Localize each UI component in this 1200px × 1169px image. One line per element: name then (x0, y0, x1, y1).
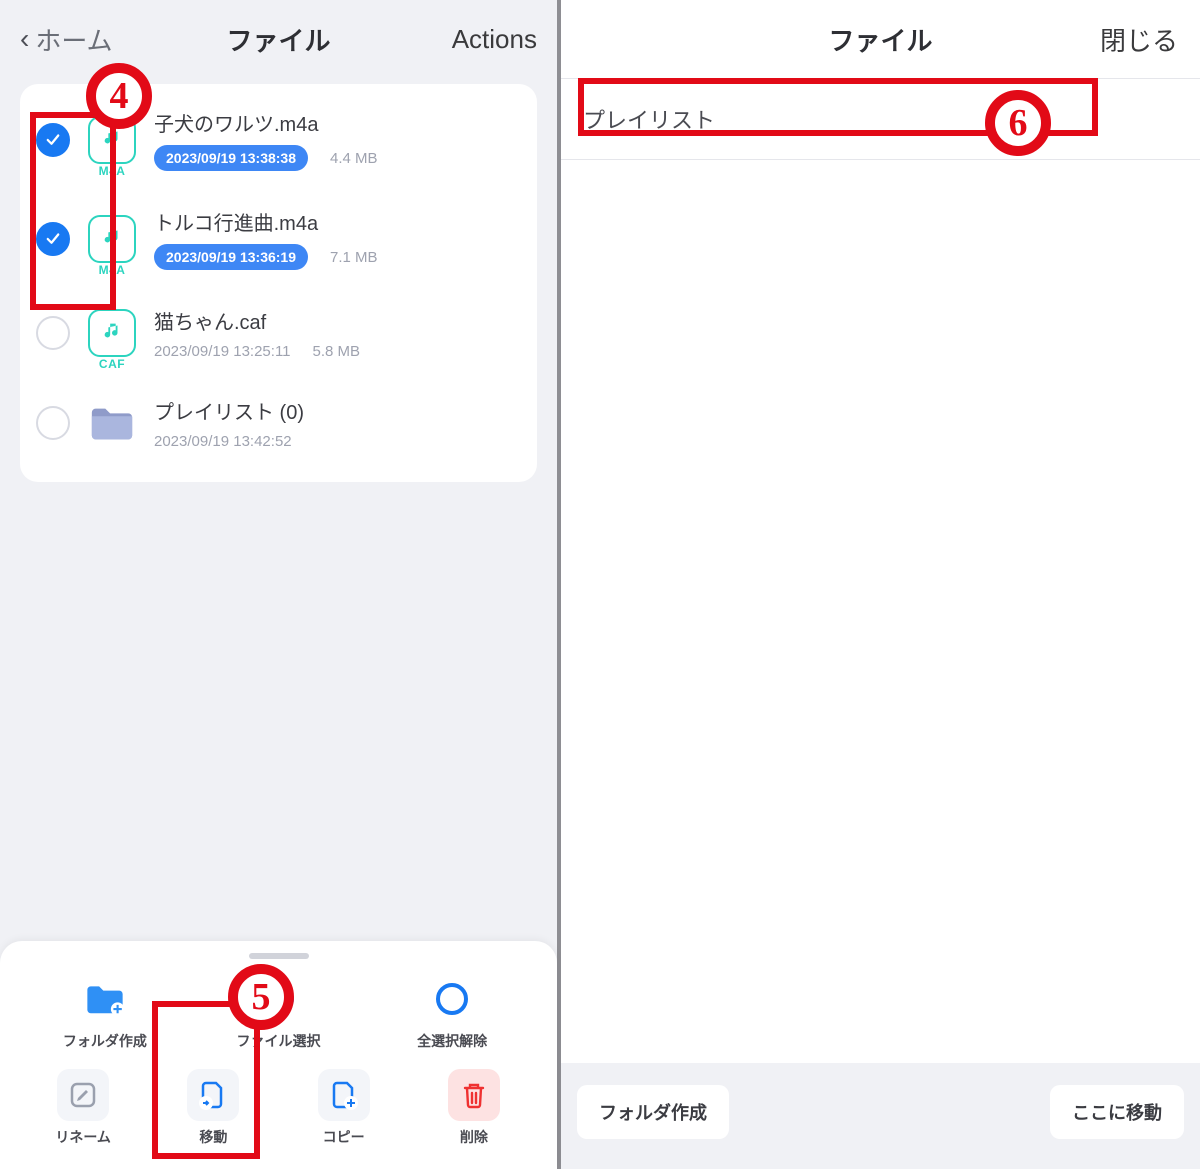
close-button[interactable]: 閉じる (1088, 21, 1178, 58)
file-size: 5.8 MB (313, 343, 361, 360)
checkbox[interactable] (36, 406, 70, 440)
timestamp-label: 2023/09/19 13:25:11 (154, 343, 291, 360)
create-folder-button[interactable]: フォルダ作成 (50, 973, 160, 1051)
folder-plus-icon (79, 973, 131, 1025)
annotation-circle-5: 5 (228, 964, 294, 1030)
circle-outline-icon (426, 973, 478, 1025)
header-left: ‹ ホーム ファイル Actions (0, 0, 557, 78)
copy-button[interactable]: コピー (289, 1069, 399, 1147)
delete-button[interactable]: 削除 (419, 1069, 529, 1147)
create-folder-button[interactable]: フォルダ作成 (577, 1085, 729, 1139)
action-label: 削除 (460, 1127, 488, 1147)
footer-bar: フォルダ作成 ここに移動 (561, 1063, 1200, 1169)
file-size: 4.4 MB (330, 150, 378, 167)
sheet-grabber[interactable] (249, 953, 309, 959)
back-button[interactable]: ‹ ホーム (20, 21, 140, 58)
file-name: トルコ行進曲.m4a (154, 207, 515, 236)
edit-icon (57, 1069, 109, 1121)
file-type-icon: CAF (88, 309, 136, 357)
header-right: ファイル 閉じる (561, 0, 1200, 78)
action-label: リネーム (55, 1127, 111, 1147)
file-name: プレイリスト (0) (154, 396, 515, 425)
file-name: 子犬のワルツ.m4a (154, 108, 515, 137)
action-label: 全選択解除 (417, 1031, 487, 1051)
file-copy-icon (318, 1069, 370, 1121)
checkbox[interactable] (36, 316, 70, 350)
trash-icon (448, 1069, 500, 1121)
file-size: 7.1 MB (330, 249, 378, 266)
rename-button[interactable]: リネーム (28, 1069, 138, 1147)
music-note-icon (101, 320, 123, 347)
page-title: ファイル (673, 21, 1088, 58)
file-ext-label: CAF (99, 357, 125, 371)
chevron-left-icon: ‹ (20, 23, 29, 55)
action-label: フォルダ作成 (63, 1031, 147, 1051)
action-label: コピー (323, 1127, 365, 1147)
timestamp-pill: 2023/09/19 13:38:38 (154, 145, 308, 171)
annotation-box-4 (30, 112, 116, 310)
page-title: ファイル (226, 21, 330, 58)
actions-button[interactable]: Actions (417, 24, 537, 55)
file-name: 猫ちゃん.caf (154, 306, 515, 335)
back-label: ホーム (35, 21, 112, 58)
timestamp-pill: 2023/09/19 13:36:19 (154, 244, 308, 270)
move-here-button[interactable]: ここに移動 (1050, 1085, 1184, 1139)
annotation-circle-4: 4 (86, 63, 152, 129)
folder-icon (88, 399, 136, 447)
file-row[interactable]: プレイリスト (0) 2023/09/19 13:42:52 (20, 378, 537, 468)
deselect-all-button[interactable]: 全選択解除 (397, 973, 507, 1051)
timestamp-label: 2023/09/19 13:42:52 (154, 433, 292, 450)
annotation-circle-6: 6 (985, 90, 1051, 156)
